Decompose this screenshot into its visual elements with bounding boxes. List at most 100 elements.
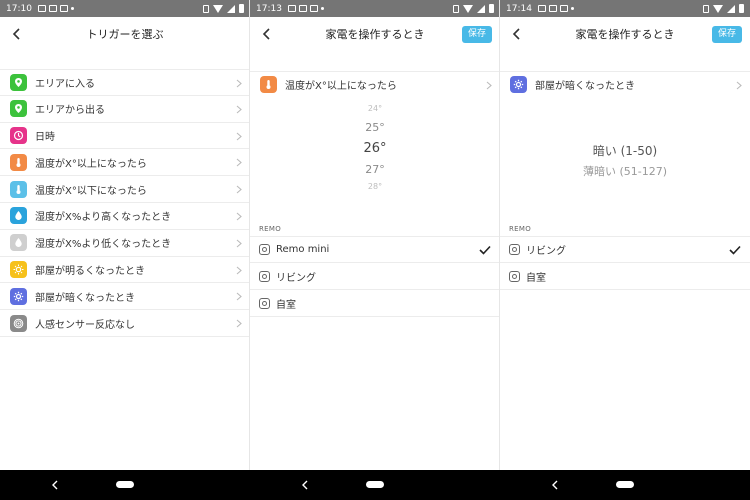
picker-value[interactable]: 薄暗い (51-127) (500, 163, 750, 179)
device-option-label: Remo mini (276, 244, 330, 255)
picker-value[interactable]: 24° (250, 104, 500, 113)
trigger-option-label: 湿度がX%より高くなったとき (35, 212, 172, 224)
back-button[interactable] (508, 25, 526, 43)
chevron-right-icon (236, 132, 242, 141)
trigger-option[interactable]: 部屋が明るくなったとき (0, 257, 250, 284)
nav-back-icon[interactable] (550, 479, 560, 491)
status-bar: 17:13 (250, 0, 500, 17)
chevron-right-icon (236, 105, 242, 114)
checkmark-icon (729, 245, 741, 255)
device-option[interactable]: Remo mini (250, 236, 500, 263)
wifi-icon (713, 4, 723, 13)
device-option-label: 自室 (526, 272, 546, 284)
nav-home-button[interactable] (616, 481, 634, 488)
selected-trigger-row[interactable]: 温度がX°以上になったら (250, 71, 500, 98)
picker-value[interactable]: 26° (250, 141, 500, 156)
nav-home-button[interactable] (366, 481, 384, 488)
device-option-label: リビング (276, 272, 316, 284)
app-bar: トリガーを選ぶ (0, 17, 250, 51)
device-option[interactable]: 自室 (250, 290, 500, 317)
device-option[interactable]: リビング (500, 236, 750, 263)
chevron-right-icon (736, 81, 742, 90)
picker-value[interactable]: 暗い (1-50) (500, 142, 750, 159)
chevron-right-icon (486, 81, 492, 90)
gear-sun-icon (510, 76, 527, 94)
trigger-option[interactable]: 湿度がX%より低くなったとき (0, 230, 250, 257)
trigger-option-label: 湿度がX%より低くなったとき (35, 239, 172, 251)
save-button[interactable]: 保存 (711, 26, 742, 43)
checkmark-icon (479, 245, 491, 255)
location-pin-icon (10, 73, 27, 91)
trigger-option-label: 人感センサー反応なし (35, 319, 135, 331)
remo-device-icon (259, 270, 270, 282)
trigger-option[interactable]: 日時 (0, 123, 250, 150)
vibrate-icon (203, 4, 209, 13)
picker-value[interactable]: 28° (250, 182, 500, 191)
trigger-option[interactable]: エリアに入る (0, 69, 250, 96)
back-button[interactable] (258, 25, 276, 43)
picker-value[interactable]: 25° (250, 121, 500, 134)
thermometer-icon (10, 180, 27, 198)
device-option-label: 自室 (276, 299, 296, 311)
remo-device-icon (259, 244, 270, 255)
trigger-option-label: 部屋が暗くなったとき (35, 292, 135, 304)
nav-back-icon[interactable] (50, 479, 60, 491)
chevron-left-icon (262, 28, 270, 40)
trigger-option-label: 温度がX°以上になったら (35, 158, 147, 170)
trigger-option[interactable]: 温度がX°以下になったら (0, 176, 250, 203)
message-notification-icon (48, 5, 57, 12)
status-time: 17:10 (6, 3, 32, 14)
chevron-right-icon (236, 266, 242, 274)
trigger-list: エリアに入る エリアから出る日時温度がX°以上になったら温度がX°以下になったら湿… (0, 69, 250, 337)
trigger-option[interactable]: 湿度がX%より高くなったとき (0, 203, 250, 230)
more-notifications-icon (70, 7, 74, 10)
system-icons (453, 4, 494, 13)
message-notification-icon (309, 5, 318, 12)
nav-back-icon[interactable] (300, 479, 310, 491)
battery-icon (739, 4, 744, 13)
trigger-option[interactable]: エリアから出る (0, 96, 250, 123)
device-option[interactable]: 自室 (500, 263, 750, 290)
image-notification-icon (537, 5, 546, 12)
trigger-option-label: 日時 (35, 131, 55, 143)
chevron-right-icon (236, 239, 242, 248)
remo-device-list: REMO リビング 自室 (500, 222, 750, 290)
message-notification-icon (298, 5, 307, 12)
device-option[interactable]: リビング (250, 263, 500, 290)
status-time: 17:14 (506, 3, 532, 14)
trigger-option[interactable]: 部屋が暗くなったとき (0, 283, 250, 311)
water-drop-icon (10, 234, 27, 252)
chevron-right-icon (236, 79, 242, 88)
motion-sensor-icon (10, 314, 27, 332)
battery-icon (239, 4, 244, 13)
trigger-summary: 温度がX°以上になったら (250, 71, 500, 98)
nav-home-button[interactable] (116, 481, 134, 488)
chevron-right-icon (236, 158, 242, 167)
chevron-right-icon (236, 185, 242, 194)
system-navigation-bar (0, 470, 750, 500)
selected-trigger-row[interactable]: 部屋が暗くなったとき (500, 71, 750, 98)
battery-icon (489, 4, 494, 13)
picker-value[interactable]: 27° (250, 163, 500, 176)
notification-icons (37, 5, 74, 12)
trigger-option[interactable]: 人感センサー反応なし (0, 310, 250, 337)
selected-trigger-label: 部屋が暗くなったとき (535, 81, 635, 93)
message-notification-icon (548, 5, 557, 12)
back-button[interactable] (8, 25, 26, 43)
cell-signal-icon (477, 4, 485, 13)
remo-device-icon (509, 244, 520, 255)
image-notification-icon (287, 5, 296, 12)
chevron-right-icon (236, 319, 242, 328)
screen-dark-trigger: 17:14 家電を操作するとき 保存 部屋が暗くなったとき 暗い (1-50) … (500, 0, 750, 500)
save-button[interactable]: 保存 (461, 26, 492, 43)
location-pin-icon (10, 100, 27, 118)
vibrate-icon (703, 4, 709, 13)
trigger-option[interactable]: 温度がX°以上になったら (0, 149, 250, 177)
app-bar: 家電を操作するとき 保存 (500, 17, 750, 51)
trigger-option-label: 部屋が明るくなったとき (35, 265, 145, 277)
screen-temperature-trigger: 17:13 家電を操作するとき 保存 温度がX°以上になったら 24° 25° … (250, 0, 500, 500)
remo-device-icon (509, 270, 520, 282)
page-title: 家電を操作するとき (575, 28, 675, 41)
chevron-left-icon (12, 28, 20, 40)
thermometer-icon (10, 153, 27, 171)
